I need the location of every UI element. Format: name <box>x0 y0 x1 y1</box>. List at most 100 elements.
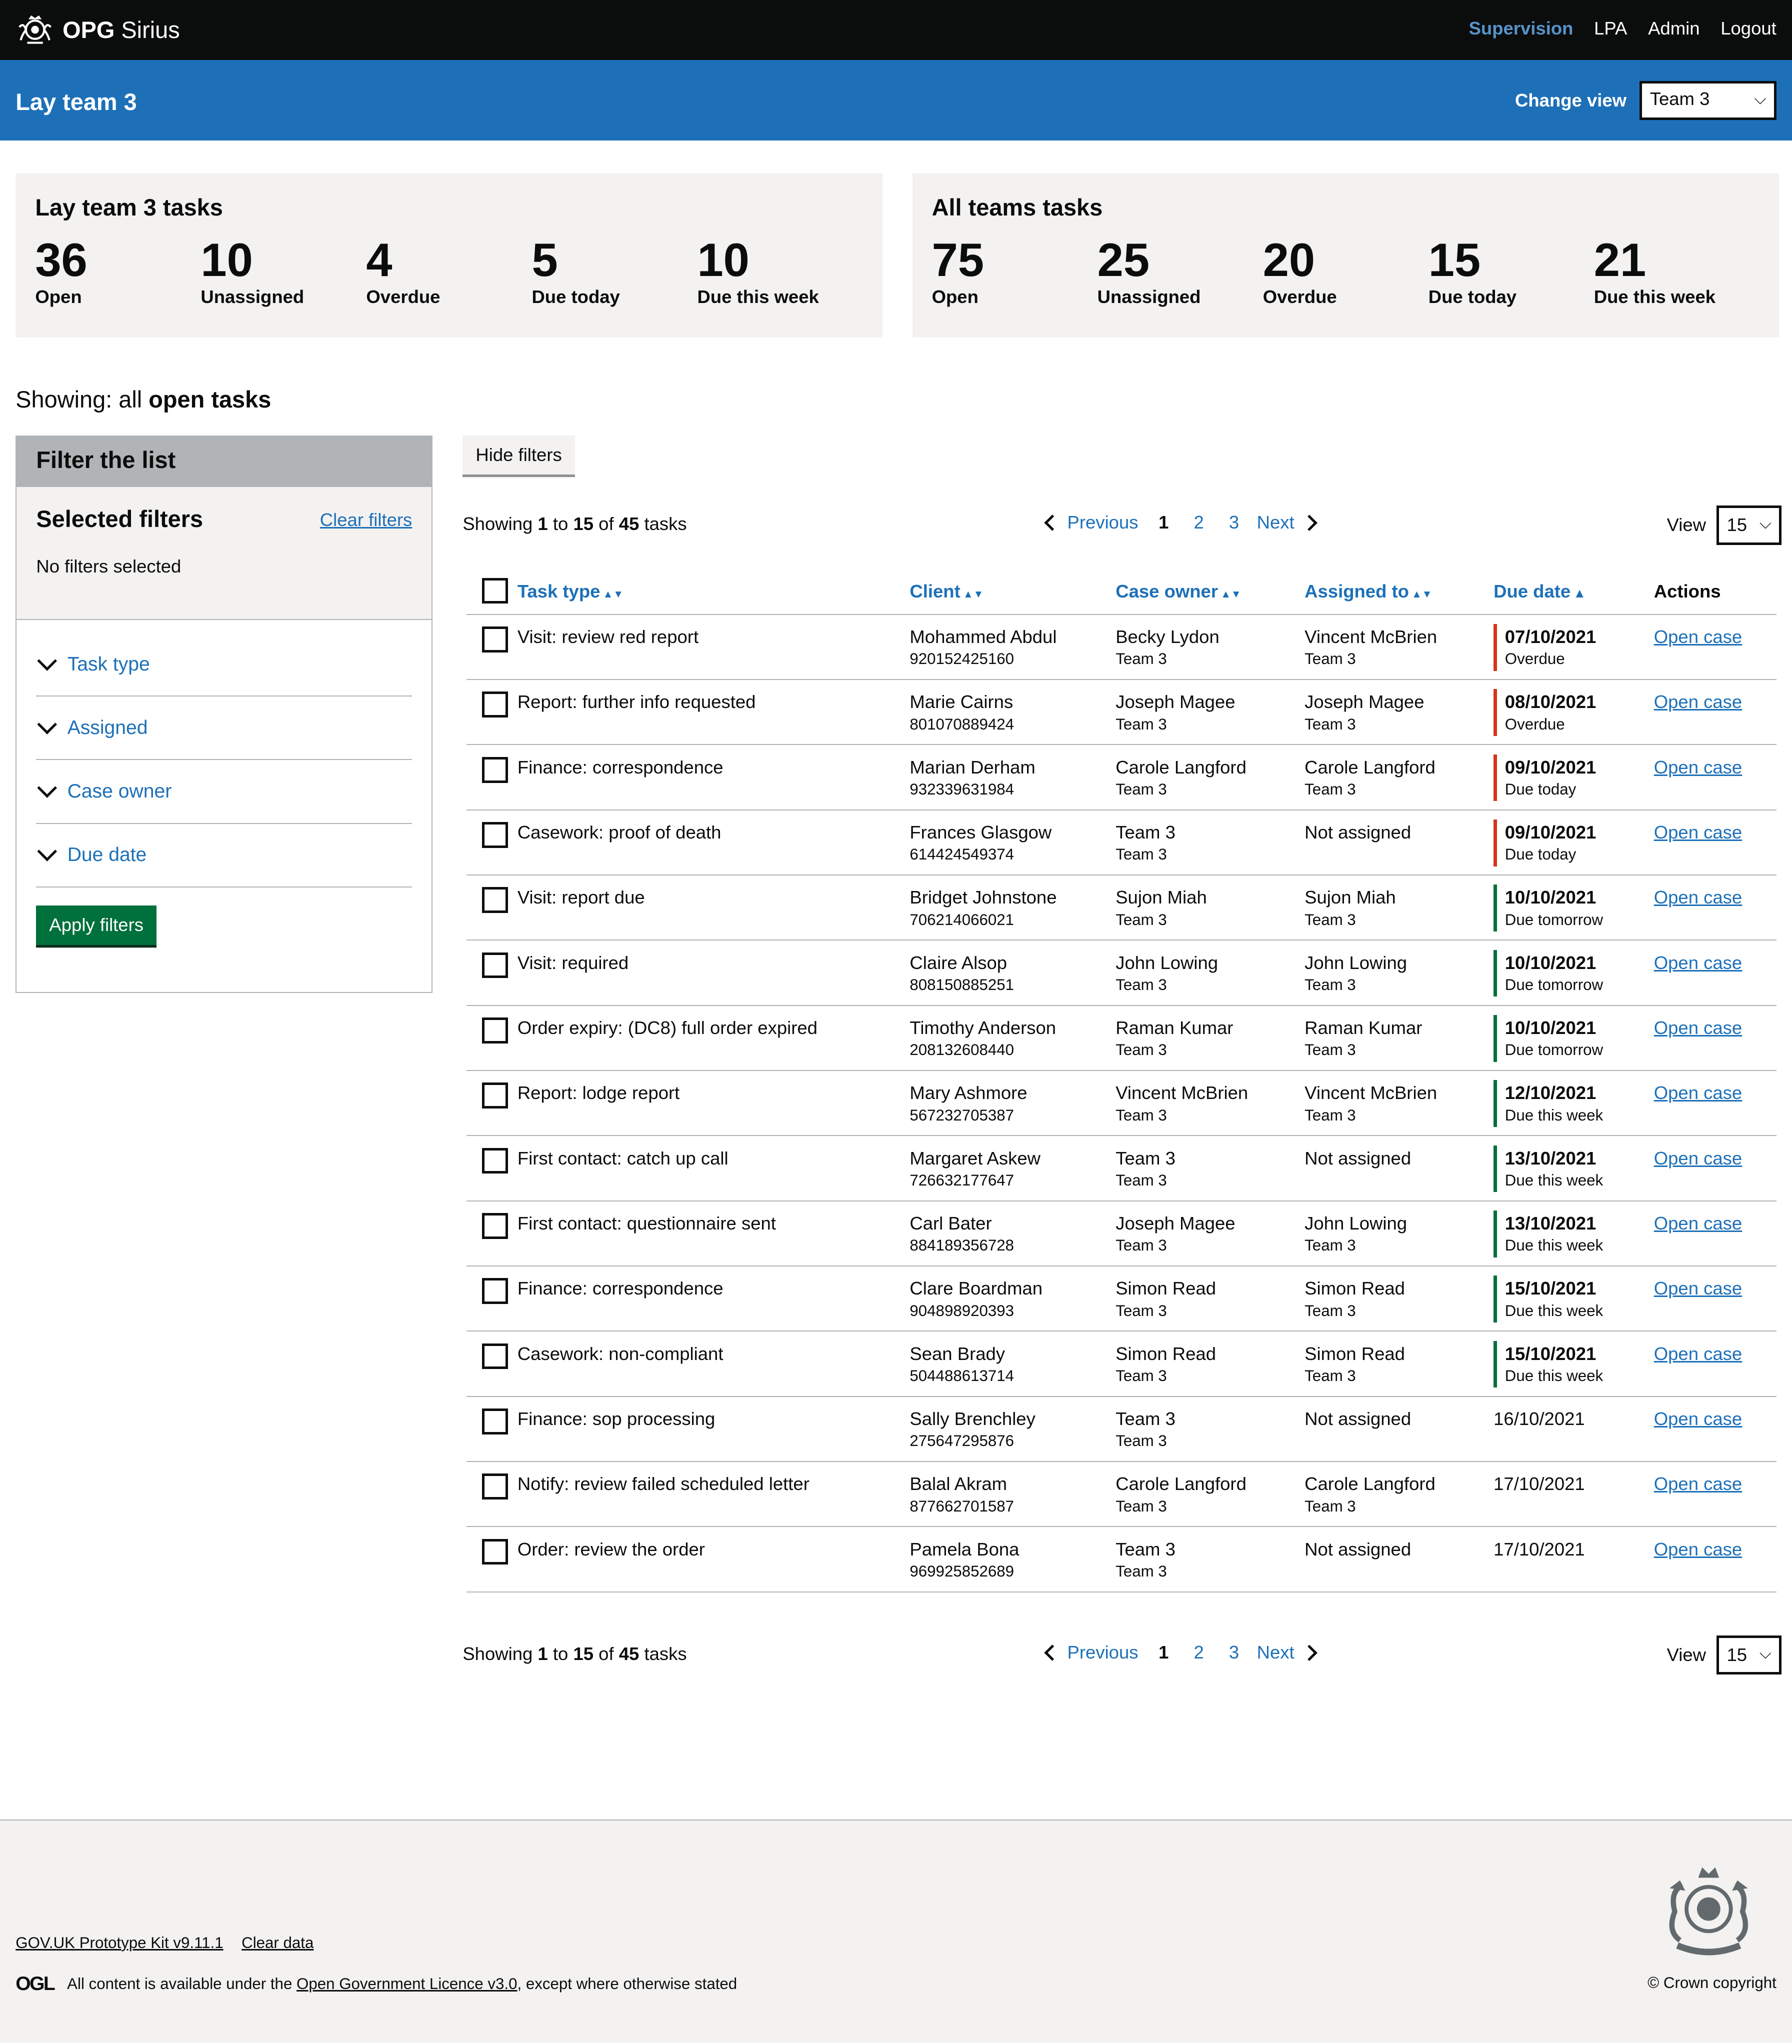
row-select-cell <box>466 680 518 746</box>
page-3-link[interactable]: 3 <box>1216 512 1252 533</box>
view-label: View <box>1666 1644 1706 1666</box>
row-checkbox[interactable] <box>482 1408 508 1434</box>
case-owner-cell: Team 3 Team 3 <box>1116 810 1305 876</box>
licence-link[interactable]: Open Government Licence v3.0 <box>296 1975 517 1992</box>
row-checkbox[interactable] <box>482 692 508 718</box>
row-checkbox[interactable] <box>482 1213 508 1239</box>
next-page-link[interactable]: Next <box>1257 1642 1318 1663</box>
hide-filters-button[interactable]: Hide filters <box>462 435 575 475</box>
row-checkbox[interactable] <box>482 887 508 914</box>
assignee-team: Team 3 <box>1304 1236 1356 1254</box>
due-date-indicator: 15/10/2021 Due this week <box>1494 1276 1654 1322</box>
page-3-link[interactable]: 3 <box>1216 1642 1252 1663</box>
task-type: Visit: review red report <box>517 626 699 648</box>
sort-task-type[interactable]: Task type ▲▼ <box>517 570 910 615</box>
actions-cell: Open case <box>1654 614 1776 680</box>
footer-links: GOV.UK Prototype Kit v9.11.1 Clear data <box>16 1934 314 1952</box>
nav-logout[interactable]: Logout <box>1720 18 1776 39</box>
case-owner-cell: Team 3 Team 3 <box>1116 1396 1305 1462</box>
case-owner-team: Team 3 <box>1116 1302 1167 1320</box>
row-checkbox[interactable] <box>482 756 508 783</box>
row-checkbox[interactable] <box>482 952 508 978</box>
team-select[interactable]: Team 3 ⌵ <box>1640 80 1776 120</box>
filter-due-date[interactable]: Due date <box>36 824 412 888</box>
row-select-cell <box>466 1396 518 1462</box>
previous-page-link[interactable]: Previous <box>1044 1642 1138 1663</box>
row-checkbox[interactable] <box>482 1278 508 1304</box>
open-case-link[interactable]: Open case <box>1654 1344 1742 1364</box>
task-type: Casework: proof of death <box>517 822 722 843</box>
row-checkbox[interactable] <box>482 1538 508 1565</box>
clear-filters-link[interactable]: Clear filters <box>320 510 412 530</box>
nav-admin[interactable]: Admin <box>1648 18 1700 39</box>
nav-lpa[interactable]: LPA <box>1594 18 1627 39</box>
page-2-link[interactable]: 2 <box>1182 512 1216 533</box>
client-case-number: 567232705387 <box>910 1106 1014 1124</box>
page-1-link[interactable]: 1 <box>1146 1642 1181 1663</box>
row-checkbox[interactable] <box>482 626 508 652</box>
open-case-link[interactable]: Open case <box>1654 1474 1742 1494</box>
open-case-link[interactable]: Open case <box>1654 1213 1742 1234</box>
row-checkbox[interactable] <box>482 1082 508 1109</box>
stat-label: Overdue <box>1262 286 1337 307</box>
sort-assigned-to[interactable]: Assigned to ▲▼ <box>1304 570 1494 615</box>
clear-data-link[interactable]: Clear data <box>242 1934 314 1952</box>
open-case-link[interactable]: Open case <box>1654 887 1742 908</box>
showing-heading: Showing: all open tasks <box>16 386 271 413</box>
due-date-cell: 15/10/2021 Due this week <box>1494 1266 1654 1332</box>
open-case-link[interactable]: Open case <box>1654 952 1742 973</box>
selected-filters: Selected filters Clear filters No filter… <box>16 487 432 620</box>
chevron-right-icon <box>1301 1644 1318 1661</box>
open-case-link[interactable]: Open case <box>1654 1539 1742 1560</box>
open-case-link[interactable]: Open case <box>1654 626 1742 647</box>
due-status: Overdue <box>1504 650 1565 668</box>
row-checkbox[interactable] <box>482 1018 508 1044</box>
row-checkbox[interactable] <box>482 822 508 848</box>
sort-case-owner[interactable]: Case owner ▲▼ <box>1116 570 1305 615</box>
row-select-cell <box>466 1200 518 1266</box>
team-stats: 36 Open 10 Unassigned 4 Overdue 5 Due today … <box>35 234 862 307</box>
due-status: Due tomorrow <box>1504 976 1604 994</box>
open-case-link[interactable]: Open case <box>1654 1408 1742 1429</box>
row-checkbox[interactable] <box>482 1148 508 1174</box>
filter-assigned[interactable]: Assigned <box>36 696 412 760</box>
assignee-name: Vincent McBrien <box>1304 626 1438 648</box>
due-date: 10/10/2021 <box>1504 887 1596 908</box>
open-case-link[interactable]: Open case <box>1654 1082 1742 1103</box>
row-checkbox[interactable] <box>482 1474 508 1500</box>
sort-due-date[interactable]: Due date ▲ <box>1494 570 1654 615</box>
open-case-link[interactable]: Open case <box>1654 1278 1742 1298</box>
stat-label: Open <box>932 286 978 307</box>
due-date-cell: 10/10/2021 Due tomorrow <box>1494 940 1654 1006</box>
row-checkbox[interactable] <box>482 1343 508 1370</box>
prototype-kit-link[interactable]: GOV.UK Prototype Kit v9.11.1 <box>16 1934 223 1952</box>
due-status: Due this week <box>1504 1171 1604 1189</box>
page-size-select[interactable]: 15 ⌵ <box>1716 1636 1782 1675</box>
table-row: Visit: required Claire Alsop 808150885251 J… <box>466 940 1776 1006</box>
select-all-checkbox[interactable] <box>482 578 508 604</box>
page-2-link[interactable]: 2 <box>1182 1642 1216 1663</box>
case-owner-name: Becky Lydon <box>1116 626 1220 648</box>
client-cell: Claire Alsop 808150885251 <box>910 940 1116 1006</box>
filter-task-type[interactable]: Task type <box>36 633 412 697</box>
client-case-number: 706214066021 <box>910 910 1014 928</box>
open-case-link[interactable]: Open case <box>1654 692 1742 712</box>
open-case-link[interactable]: Open case <box>1654 757 1742 778</box>
assignee-team: Team 3 <box>1304 780 1356 798</box>
apply-filters-button[interactable]: Apply filters <box>36 906 157 945</box>
due-date-cell: 17/10/2021 <box>1494 1461 1654 1528</box>
page-size-select[interactable]: 15 ⌵ <box>1716 506 1782 545</box>
previous-page-link[interactable]: Previous <box>1044 512 1138 533</box>
stat-unassigned: 25 Unassigned <box>1098 234 1263 307</box>
filter-case-owner[interactable]: Case owner <box>36 760 412 824</box>
chevron-left-icon <box>1044 1644 1061 1661</box>
nav-supervision[interactable]: Supervision <box>1469 18 1574 39</box>
open-case-link[interactable]: Open case <box>1654 1148 1742 1168</box>
next-page-link[interactable]: Next <box>1257 512 1318 533</box>
page-1-link[interactable]: 1 <box>1146 512 1181 533</box>
open-case-link[interactable]: Open case <box>1654 822 1742 842</box>
open-case-link[interactable]: Open case <box>1654 1018 1742 1038</box>
table-row: Visit: report due Bridget Johnstone 706214… <box>466 875 1776 941</box>
sort-client[interactable]: Client ▲▼ <box>910 570 1116 615</box>
brand-logo[interactable]: OPG Sirius <box>16 12 180 48</box>
